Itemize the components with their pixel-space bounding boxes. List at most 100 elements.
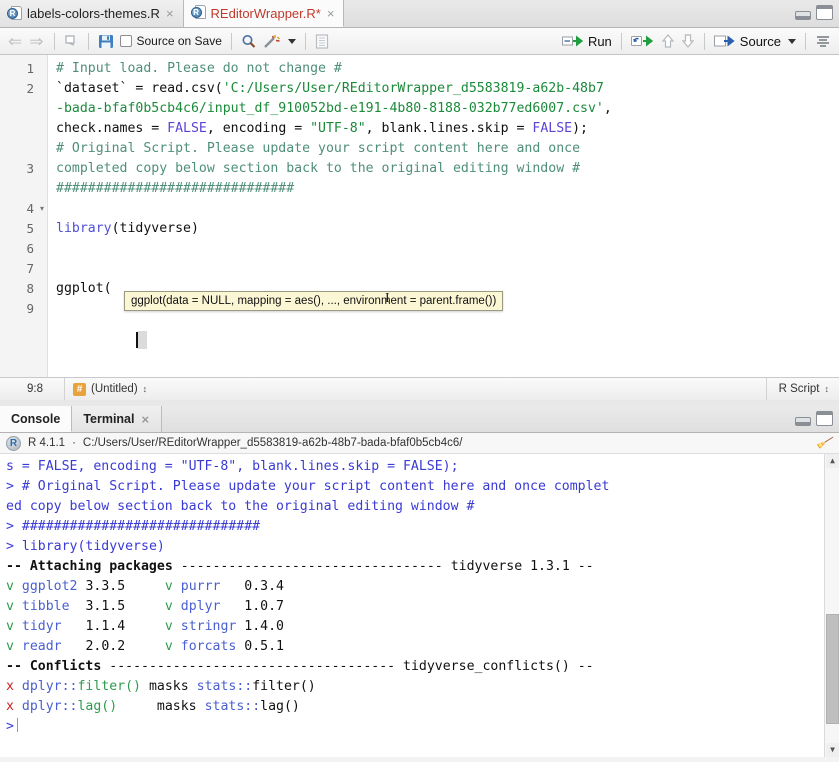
code-dataset-assign: `dataset` = read.csv( xyxy=(56,81,223,96)
back-icon[interactable]: ⇐ xyxy=(5,30,26,52)
rerun-icon xyxy=(630,35,653,47)
code-false-2: FALSE xyxy=(532,121,573,136)
scope-label: (Untitled) xyxy=(91,383,138,395)
package-version: 0.3.4 xyxy=(244,579,284,594)
source-button[interactable]: Source xyxy=(711,30,799,52)
chevron-down-icon[interactable] xyxy=(287,38,296,44)
package-name: stringr xyxy=(180,619,237,634)
code-path-part-2: -bada-bfaf0b5cb4c6/input_df_910052bd-e19… xyxy=(56,101,604,116)
package-name: ggplot2 xyxy=(21,579,78,594)
console-scrollbar[interactable]: ▲ ▼ xyxy=(824,454,839,757)
console-comment-a: # Original Script. Please update your sc… xyxy=(21,479,610,494)
run-icon xyxy=(561,35,584,47)
maximize-icon[interactable] xyxy=(816,5,833,20)
close-icon[interactable]: × xyxy=(326,7,336,20)
package-name: forcats xyxy=(180,639,237,654)
maximize-icon[interactable] xyxy=(816,411,833,426)
run-label: Run xyxy=(587,33,612,49)
conflict-mark-icon: x xyxy=(6,679,14,694)
conflict-pkg: dplyr:: xyxy=(21,679,78,694)
source-pane: R labels-colors-themes.R × R REditorWrap… xyxy=(0,0,839,400)
conflict-masks: masks xyxy=(148,679,189,694)
save-button[interactable] xyxy=(95,30,117,52)
check-icon: v xyxy=(6,579,14,594)
source-on-save-label: Source on Save xyxy=(136,34,222,48)
save-icon xyxy=(98,34,113,48)
console-header: R R 4.1.1 · C:/Users/User/REditorWrapper… xyxy=(0,433,839,454)
conflict-mark-icon: x xyxy=(6,699,14,714)
check-icon: v xyxy=(6,639,14,654)
tab-console[interactable]: Console xyxy=(0,406,73,432)
code-editor[interactable]: 1 2 3 4 ▾ 5 6 7 8 9 # Input load. Please… xyxy=(0,55,839,377)
scroll-down-icon[interactable]: ▼ xyxy=(826,743,839,757)
console-prompt: > xyxy=(6,479,14,494)
working-directory-link[interactable]: C:/Users/User/REditorWrapper_d5583819-a6… xyxy=(83,437,463,449)
package-version: 3.3.5 xyxy=(85,579,126,594)
statusbar-divider xyxy=(765,378,767,400)
conflict-fn: filter() xyxy=(77,679,142,694)
source-tab-label: REditorWrapper.R* xyxy=(210,5,321,21)
code-comma: , xyxy=(603,101,612,116)
code-comment-line-4: ############################## xyxy=(56,181,295,196)
close-icon[interactable]: × xyxy=(165,7,175,20)
find-replace-button[interactable] xyxy=(238,30,260,52)
source-tab-label: labels-colors-themes.R xyxy=(27,6,160,21)
tab-terminal[interactable]: Terminal × xyxy=(72,406,163,432)
line-number: 3 xyxy=(26,161,34,176)
r-document-icon: R xyxy=(190,5,206,21)
code-utf8-string: "UTF-8" xyxy=(310,121,366,136)
broom-icon[interactable]: 🧹 xyxy=(815,433,835,452)
code-comment-line-1: # Input load. Please do not change # xyxy=(56,61,342,76)
next-chunk-button[interactable] xyxy=(678,30,698,52)
conflicts-fn-label: tidyverse_conflicts() -- xyxy=(403,659,594,674)
attach-version: tidyverse 1.3.1 -- xyxy=(450,559,594,574)
toolbar-divider xyxy=(620,32,622,50)
source-tab-labels-colors-themes[interactable]: R labels-colors-themes.R × xyxy=(0,0,184,27)
checkbox-icon[interactable] xyxy=(119,35,132,47)
scrollbar-thumb[interactable] xyxy=(826,614,839,724)
stepper-icon[interactable]: ↕ xyxy=(825,384,830,394)
toolbar-divider xyxy=(87,32,89,50)
line-number: 4 xyxy=(26,201,34,216)
fold-toggle-icon[interactable]: ▾ xyxy=(38,204,46,213)
code-tools-button[interactable] xyxy=(260,30,299,52)
conflicts-dashes-mid: ------------------------------------ xyxy=(109,659,396,674)
conflicts-title: Conflicts xyxy=(29,659,102,674)
forward-icon[interactable]: ⇒ xyxy=(26,30,47,52)
console-output[interactable]: s = FALSE, encoding = "UTF-8", blank.lin… xyxy=(0,454,839,757)
scroll-up-icon[interactable]: ▲ xyxy=(826,454,839,468)
check-icon: v xyxy=(6,599,14,614)
scope-selector[interactable]: # (Untitled) ↕ xyxy=(65,382,148,396)
previous-chunk-button[interactable] xyxy=(658,30,678,52)
rerun-button[interactable] xyxy=(628,30,658,52)
console-library-cmd: library(tidyverse) xyxy=(21,539,165,554)
source-toolbar: ⇐ ⇒ Source on Save Run Source xyxy=(0,28,839,55)
code-library-arg: (tidyverse) xyxy=(111,221,199,236)
compile-report-button[interactable] xyxy=(312,30,332,52)
r-document-icon: R xyxy=(7,5,22,22)
source-on-save-toggle[interactable]: Source on Save xyxy=(117,30,225,52)
conflicts-dashes-left: -- xyxy=(6,659,22,674)
document-outline-button[interactable] xyxy=(812,30,834,52)
source-tab-reditorwrapper[interactable]: R REditorWrapper.R* × xyxy=(183,0,345,27)
line-number: 1 xyxy=(26,61,34,76)
stepper-icon[interactable]: ↕ xyxy=(143,384,148,394)
console-tab-bar: Console Terminal × xyxy=(0,406,839,433)
toolbar-divider xyxy=(703,32,705,50)
attach-dashes-mid: --------------------------------- xyxy=(180,559,443,574)
package-version: 1.1.4 xyxy=(85,619,126,634)
run-button[interactable]: Run xyxy=(559,30,615,52)
editor-code-area[interactable]: # Input load. Please do not change # `da… xyxy=(48,55,839,377)
minimize-icon[interactable] xyxy=(795,417,811,426)
document-type-selector[interactable]: R Script ↕ xyxy=(765,378,833,400)
console-hash-line: ############################## xyxy=(21,519,261,534)
console-caret xyxy=(16,718,18,732)
minimize-icon[interactable] xyxy=(795,11,811,20)
package-version: 0.5.1 xyxy=(244,639,284,654)
package-name: tibble xyxy=(21,599,70,614)
show-in-new-window-icon[interactable] xyxy=(61,30,82,52)
chevron-down-icon[interactable] xyxy=(788,38,796,44)
close-icon[interactable]: × xyxy=(140,413,150,426)
package-name: readr xyxy=(21,639,62,654)
toolbar-divider xyxy=(304,32,306,50)
